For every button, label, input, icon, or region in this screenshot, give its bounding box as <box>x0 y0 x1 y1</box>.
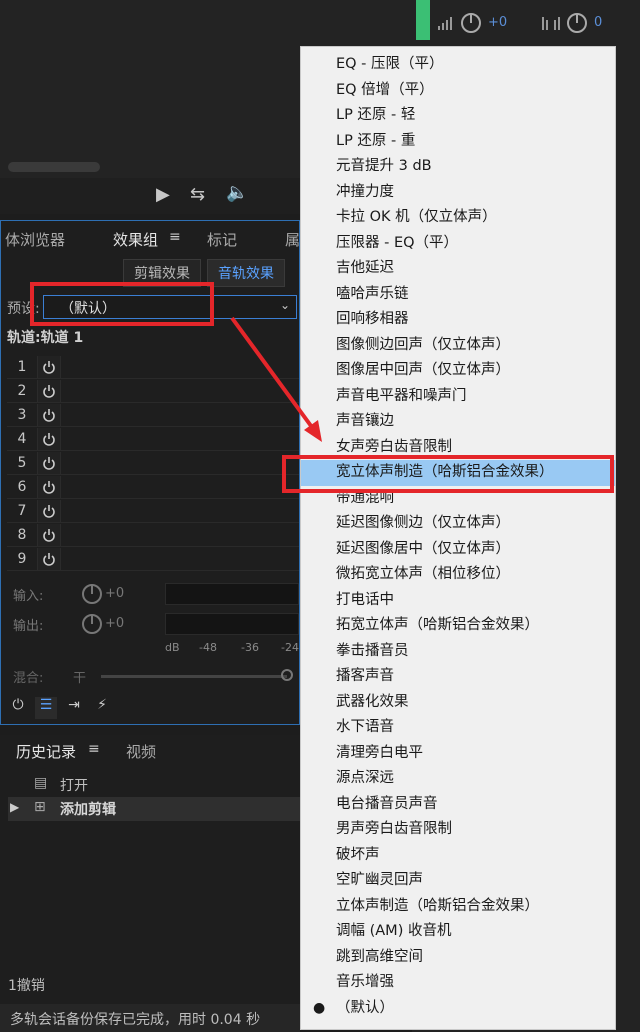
annotation-arrow <box>230 316 322 442</box>
